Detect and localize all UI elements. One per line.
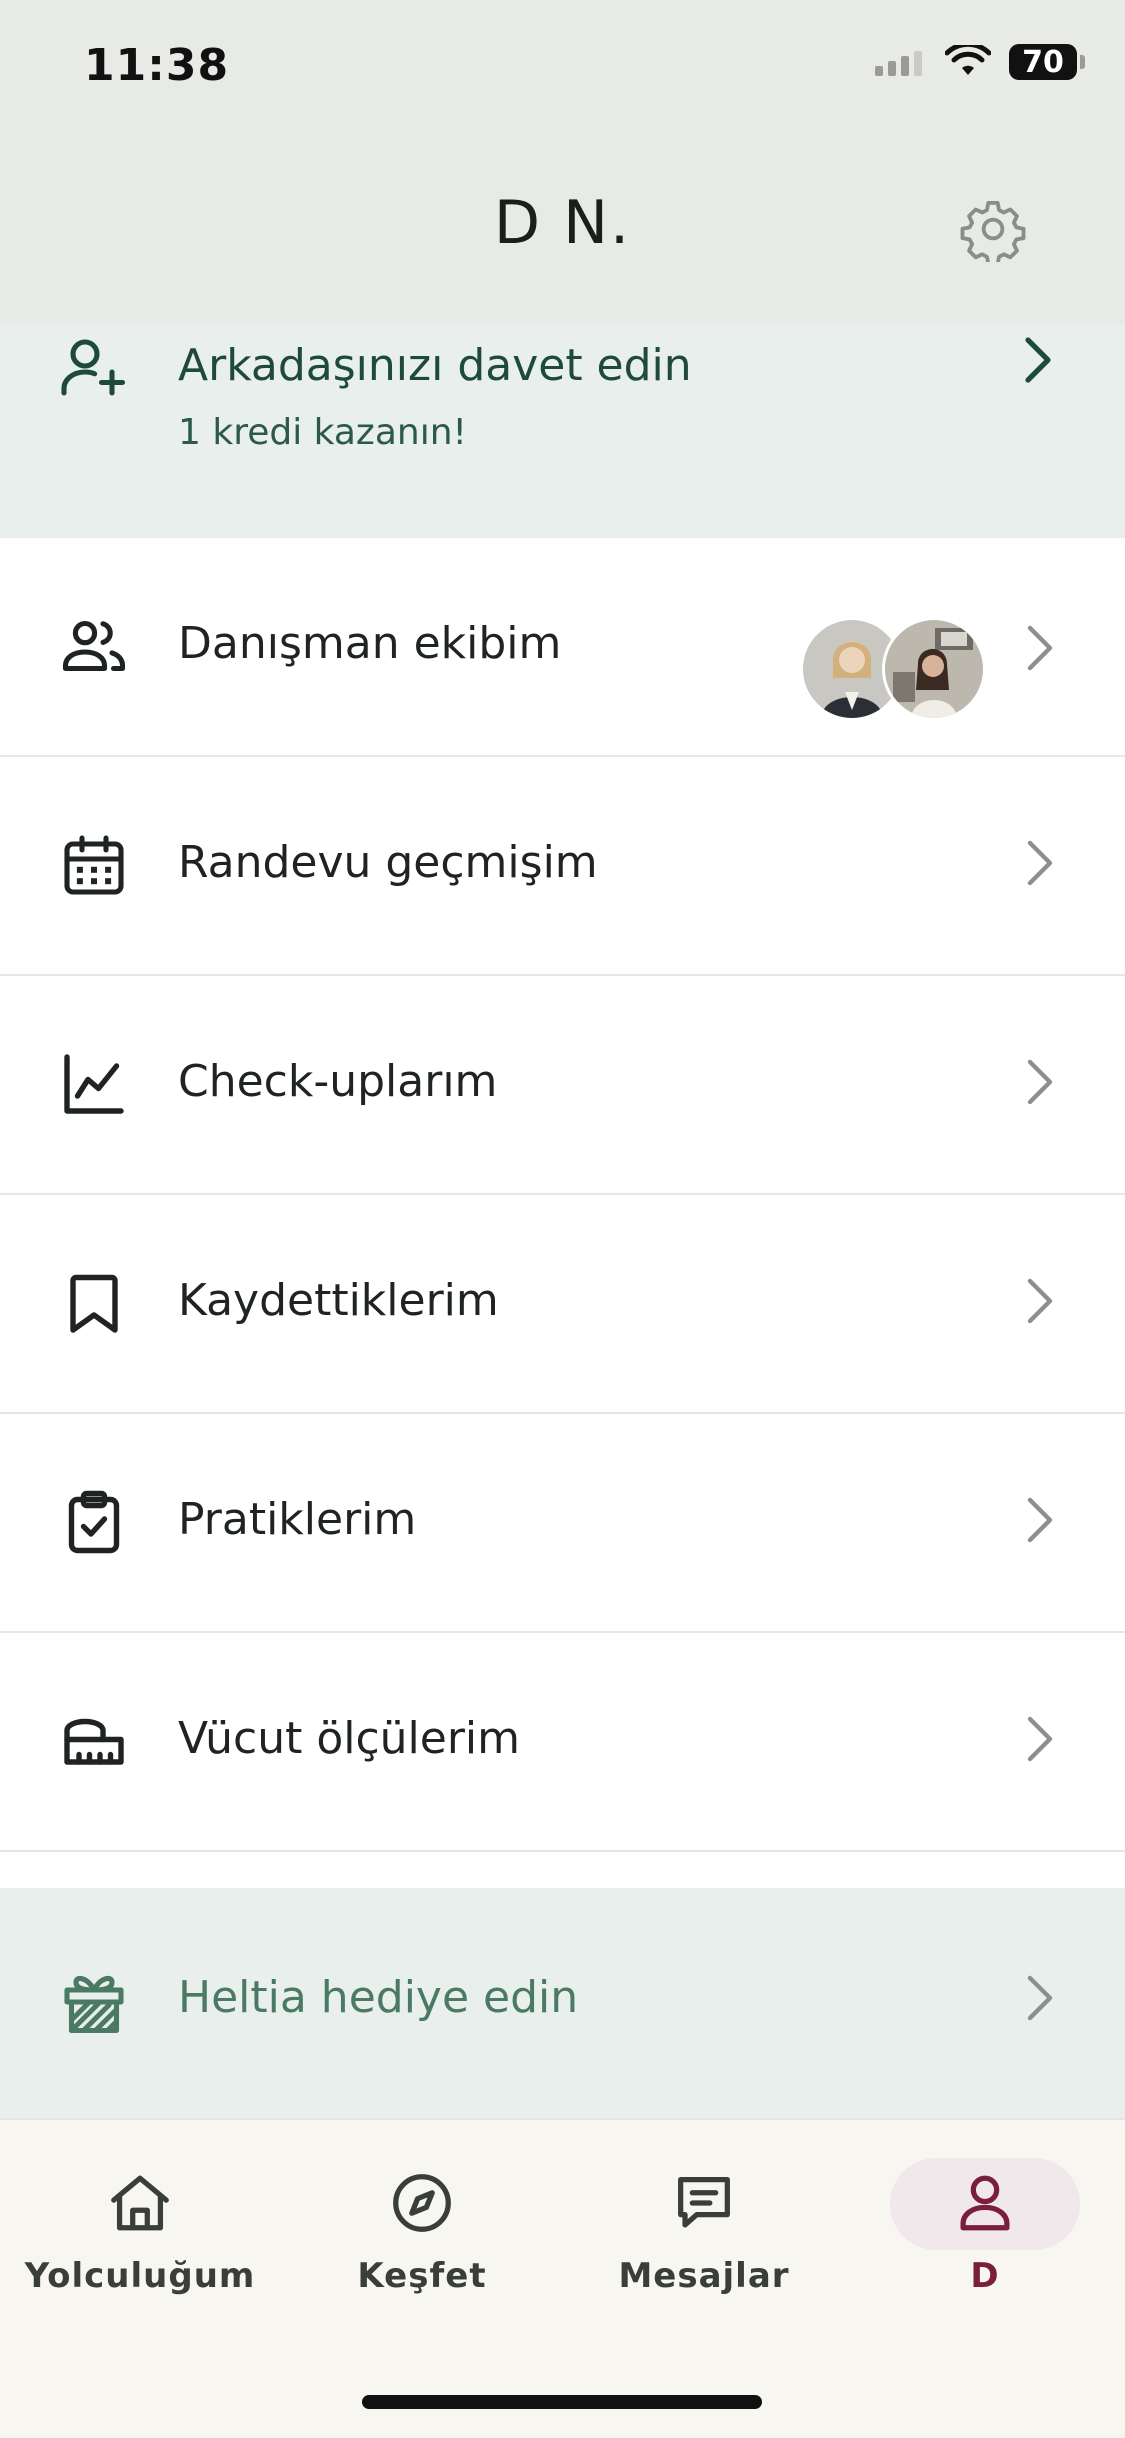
menu-label-appointments: Randevu geçmişim <box>178 837 598 888</box>
chevron-right-icon <box>1027 840 1053 886</box>
chevron-right-icon[interactable] <box>1016 332 1056 388</box>
chart-line-icon <box>64 1054 124 1114</box>
menu-label-practices: Pratiklerim <box>178 1494 417 1545</box>
bottom-tab-bar: Yolculuğum Keşfet Mesajlar D <box>0 2118 1125 2438</box>
chevron-right-icon <box>1027 1716 1053 1762</box>
status-icons: 70 <box>875 44 1085 80</box>
battery-level: 70 <box>1022 44 1064 80</box>
menu-label-advisors: Danışman ekibim <box>178 618 562 669</box>
home-icon <box>111 2175 169 2231</box>
menu-item-measurements[interactable]: Vücut ölçülerim <box>0 1633 1125 1852</box>
home-indicator <box>362 2395 762 2409</box>
chevron-right-icon <box>1027 1975 1053 2021</box>
tab-profile[interactable]: D <box>865 2120 1105 2310</box>
status-bar: 11:38 70 <box>0 0 1125 140</box>
tab-journey[interactable]: Yolculuğum <box>20 2120 260 2310</box>
tab-label-messages: Mesajlar <box>618 2256 790 2296</box>
menu-item-practices[interactable]: Pratiklerim <box>0 1414 1125 1633</box>
tape-measure-icon <box>64 1718 124 1765</box>
menu-label-checkups: Check-uplarım <box>178 1056 498 1107</box>
chevron-right-icon <box>1027 1497 1053 1543</box>
menu-label-gift: Heltia hediye edin <box>178 1972 579 2023</box>
status-time: 11:38 <box>84 40 230 91</box>
tab-label-journey: Yolculuğum <box>24 2256 256 2296</box>
advisor-avatars <box>800 617 986 721</box>
bookmark-icon <box>70 1274 118 1333</box>
chevron-right-icon <box>1027 1059 1053 1105</box>
gear-icon[interactable] <box>960 196 1026 262</box>
tab-label-profile: D <box>970 2256 1000 2296</box>
avatar <box>882 617 986 721</box>
gift-icon <box>64 1975 124 2034</box>
profile-header: D N. <box>0 140 1125 325</box>
users-icon <box>62 620 126 672</box>
compass-icon <box>393 2174 451 2232</box>
add-user-icon <box>61 339 126 396</box>
invite-title[interactable]: Arkadaşınızı davet edin <box>178 340 692 391</box>
battery-icon: 70 <box>1009 44 1085 80</box>
menu-label-saved: Kaydettiklerim <box>178 1275 499 1326</box>
tab-discover[interactable]: Keşfet <box>302 2120 542 2310</box>
menu-item-gift[interactable]: Heltia hediye edin <box>0 1888 1125 2118</box>
chevron-right-icon <box>1027 1278 1053 1324</box>
calendar-icon <box>64 835 124 895</box>
user-icon <box>960 2175 1010 2231</box>
menu-item-appointments[interactable]: Randevu geçmişim <box>0 757 1125 976</box>
page-title: D N. <box>493 188 632 258</box>
wifi-icon <box>945 45 991 75</box>
signal-icon <box>875 51 922 76</box>
menu-label-measurements: Vücut ölçülerim <box>178 1713 521 1764</box>
chevron-right-icon <box>1027 625 1053 671</box>
tab-label-discover: Keşfet <box>357 2256 487 2296</box>
tab-messages[interactable]: Mesajlar <box>584 2120 824 2310</box>
menu-item-saved[interactable]: Kaydettiklerim <box>0 1195 1125 1414</box>
invite-subtitle: 1 kredi kazanın! <box>178 412 467 453</box>
clipboard-check-icon <box>68 1490 120 1554</box>
message-icon <box>678 2177 730 2228</box>
menu-item-checkups[interactable]: Check-uplarım <box>0 976 1125 1195</box>
